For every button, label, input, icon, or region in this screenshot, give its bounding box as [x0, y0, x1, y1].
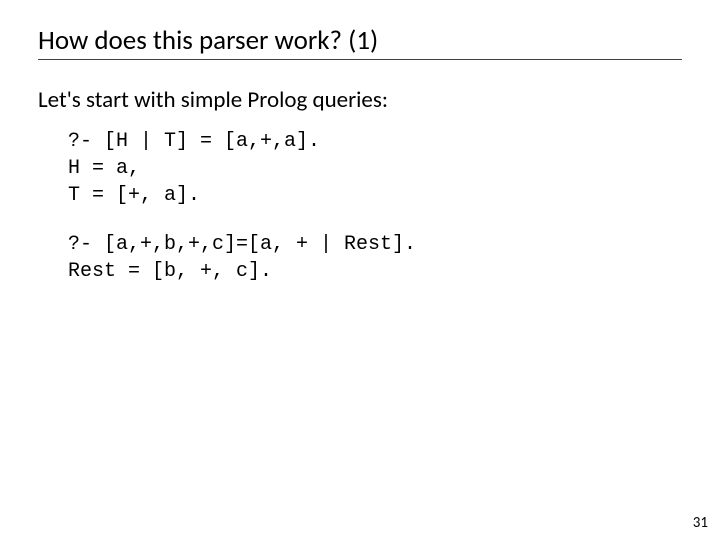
code-line: ?- [a,+,b,+,c]=[a, + | Rest]. — [68, 233, 416, 256]
title-divider — [38, 59, 682, 60]
code-line: T = [+, a]. — [68, 184, 200, 207]
code-block-2: ?- [a,+,b,+,c]=[a, + | Rest]. Rest = [b,… — [68, 231, 682, 285]
slide: How does this parser work? (1) Let's sta… — [0, 0, 720, 540]
slide-title: How does this parser work? (1) — [38, 24, 682, 57]
slide-subtitle: Let's start with simple Prolog queries: — [38, 86, 682, 114]
code-line: ?- [H | T] = [a,+,a]. — [68, 130, 320, 153]
code-line: H = a, — [68, 157, 140, 180]
page-number: 31 — [693, 514, 708, 532]
code-block-1: ?- [H | T] = [a,+,a]. H = a, T = [+, a]. — [68, 128, 682, 209]
code-line: Rest = [b, +, c]. — [68, 260, 272, 283]
